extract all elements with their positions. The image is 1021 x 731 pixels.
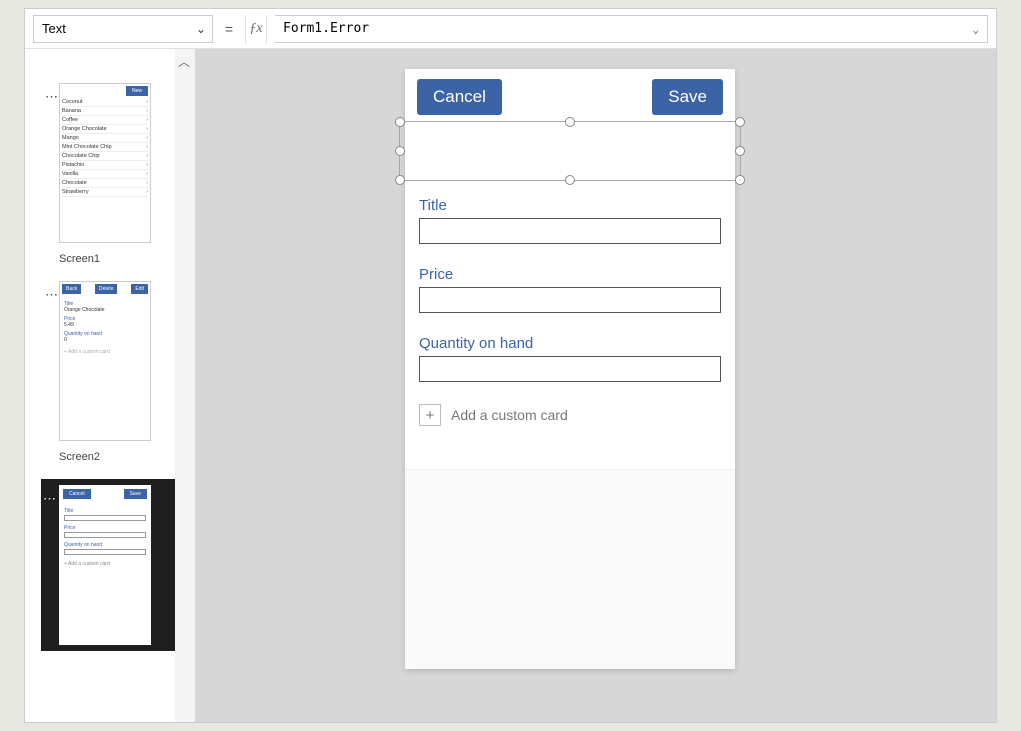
list-item: Mango› bbox=[62, 134, 148, 143]
resize-handle[interactable] bbox=[565, 117, 575, 127]
list-item: Banana› bbox=[62, 107, 148, 116]
resize-handle[interactable] bbox=[395, 117, 405, 127]
chevron-down-icon: ⌄ bbox=[972, 23, 979, 36]
list-item: Strawberry› bbox=[62, 188, 148, 197]
screen-thumb-3[interactable]: ⋯ Cancel Save Title Price Quantity on ha… bbox=[41, 479, 195, 651]
screen-label: Screen1 bbox=[59, 253, 189, 265]
selected-error-label[interactable] bbox=[399, 121, 741, 181]
list-item: Mint Chocolate Chip› bbox=[62, 143, 148, 152]
save-button[interactable]: Save bbox=[652, 79, 723, 115]
resize-handle[interactable] bbox=[735, 175, 745, 185]
thumb2-qty-val: 0 bbox=[64, 337, 146, 343]
thumb3-addcard: + Add a custom card bbox=[64, 561, 146, 567]
field-label: Quantity on hand bbox=[419, 335, 721, 352]
field-qty[interactable]: Quantity on hand bbox=[419, 335, 721, 382]
thumb2-back: Back bbox=[62, 284, 81, 294]
thumb2-title-val: Orange Chocolate bbox=[64, 307, 146, 313]
form-fields: Title Price Quantity on hand bbox=[405, 197, 735, 382]
list-item: Orange Chocolate› bbox=[62, 125, 148, 134]
resize-handle[interactable] bbox=[395, 146, 405, 156]
property-dropdown[interactable]: Text ⌄ bbox=[33, 15, 213, 43]
thumb2-addcard: + Add a custom card bbox=[64, 349, 146, 355]
more-icon[interactable]: ⋯ bbox=[43, 491, 57, 507]
thumb3-save: Save bbox=[124, 489, 147, 499]
list-item: Coffee› bbox=[62, 116, 148, 125]
price-input[interactable] bbox=[419, 287, 721, 313]
main-area: ⋯ New Coconut›Banana›Coffee›Orange Choco… bbox=[25, 49, 996, 722]
add-custom-card[interactable]: + Add a custom card bbox=[405, 404, 735, 426]
screens-panel: ⋯ New Coconut›Banana›Coffee›Orange Choco… bbox=[25, 49, 195, 722]
thumb3-cancel: Cancel bbox=[63, 489, 91, 499]
field-label: Price bbox=[419, 266, 721, 283]
canvas[interactable]: Cancel Save Title bbox=[195, 49, 996, 722]
list-item: Chocolate Chip› bbox=[62, 152, 148, 161]
list-item: Chocolate› bbox=[62, 179, 148, 188]
resize-handle[interactable] bbox=[735, 117, 745, 127]
thumbs-list[interactable]: ⋯ New Coconut›Banana›Coffee›Orange Choco… bbox=[41, 49, 195, 722]
formula-text: Form1.Error bbox=[283, 21, 369, 36]
more-icon[interactable]: ⋯ bbox=[45, 89, 59, 105]
screen-label: Screen2 bbox=[59, 451, 189, 463]
list-item: Pistachio› bbox=[62, 161, 148, 170]
field-label: Title bbox=[419, 197, 721, 214]
list-item: Vanilla› bbox=[62, 170, 148, 179]
resize-handle[interactable] bbox=[735, 146, 745, 156]
plus-icon: + bbox=[419, 404, 441, 426]
thumb3-price-lbl: Price bbox=[64, 525, 146, 531]
cancel-button[interactable]: Cancel bbox=[417, 79, 502, 115]
thumb1-new-btn: New bbox=[126, 86, 148, 96]
chevron-down-icon: ⌄ bbox=[196, 22, 206, 36]
thumb3-title-lbl: Title bbox=[64, 508, 146, 514]
chevron-up-icon[interactable]: ︿ bbox=[178, 53, 190, 70]
thumb2-edit: Edit bbox=[131, 284, 148, 294]
fx-icon: ƒx bbox=[245, 15, 267, 43]
field-price[interactable]: Price bbox=[419, 266, 721, 313]
screen-thumb-2[interactable]: ⋯ Back Delete Edit Title Orange Chocolat… bbox=[43, 281, 189, 463]
add-card-label: Add a custom card bbox=[451, 407, 568, 423]
thumb3-qty-lbl: Quantity on hand bbox=[64, 542, 146, 548]
equals-sign: = bbox=[221, 21, 237, 37]
resize-handle[interactable] bbox=[565, 175, 575, 185]
formula-input[interactable]: Form1.Error ⌄ bbox=[275, 15, 988, 43]
screen-thumb-1[interactable]: ⋯ New Coconut›Banana›Coffee›Orange Choco… bbox=[43, 83, 189, 265]
title-input[interactable] bbox=[419, 218, 721, 244]
form-footer bbox=[405, 469, 735, 669]
app-frame: Text ⌄ = ƒx Form1.Error ⌄ ⋯ New Coconut›… bbox=[24, 8, 997, 723]
more-icon[interactable]: ⋯ bbox=[45, 287, 59, 303]
qty-input[interactable] bbox=[419, 356, 721, 382]
property-dropdown-value: Text bbox=[42, 21, 66, 36]
form-preview: Cancel Save Title bbox=[405, 69, 735, 669]
formula-bar: Text ⌄ = ƒx Form1.Error ⌄ bbox=[25, 9, 996, 49]
resize-handle[interactable] bbox=[395, 175, 405, 185]
thumbs-gutter bbox=[25, 49, 41, 722]
thumbs-scrollbar[interactable]: ︿ bbox=[175, 49, 195, 722]
list-item: Coconut› bbox=[62, 98, 148, 107]
thumb2-delete: Delete bbox=[95, 284, 117, 294]
field-title[interactable]: Title bbox=[419, 197, 721, 244]
thumb2-price-val: 5.49 bbox=[64, 322, 146, 328]
